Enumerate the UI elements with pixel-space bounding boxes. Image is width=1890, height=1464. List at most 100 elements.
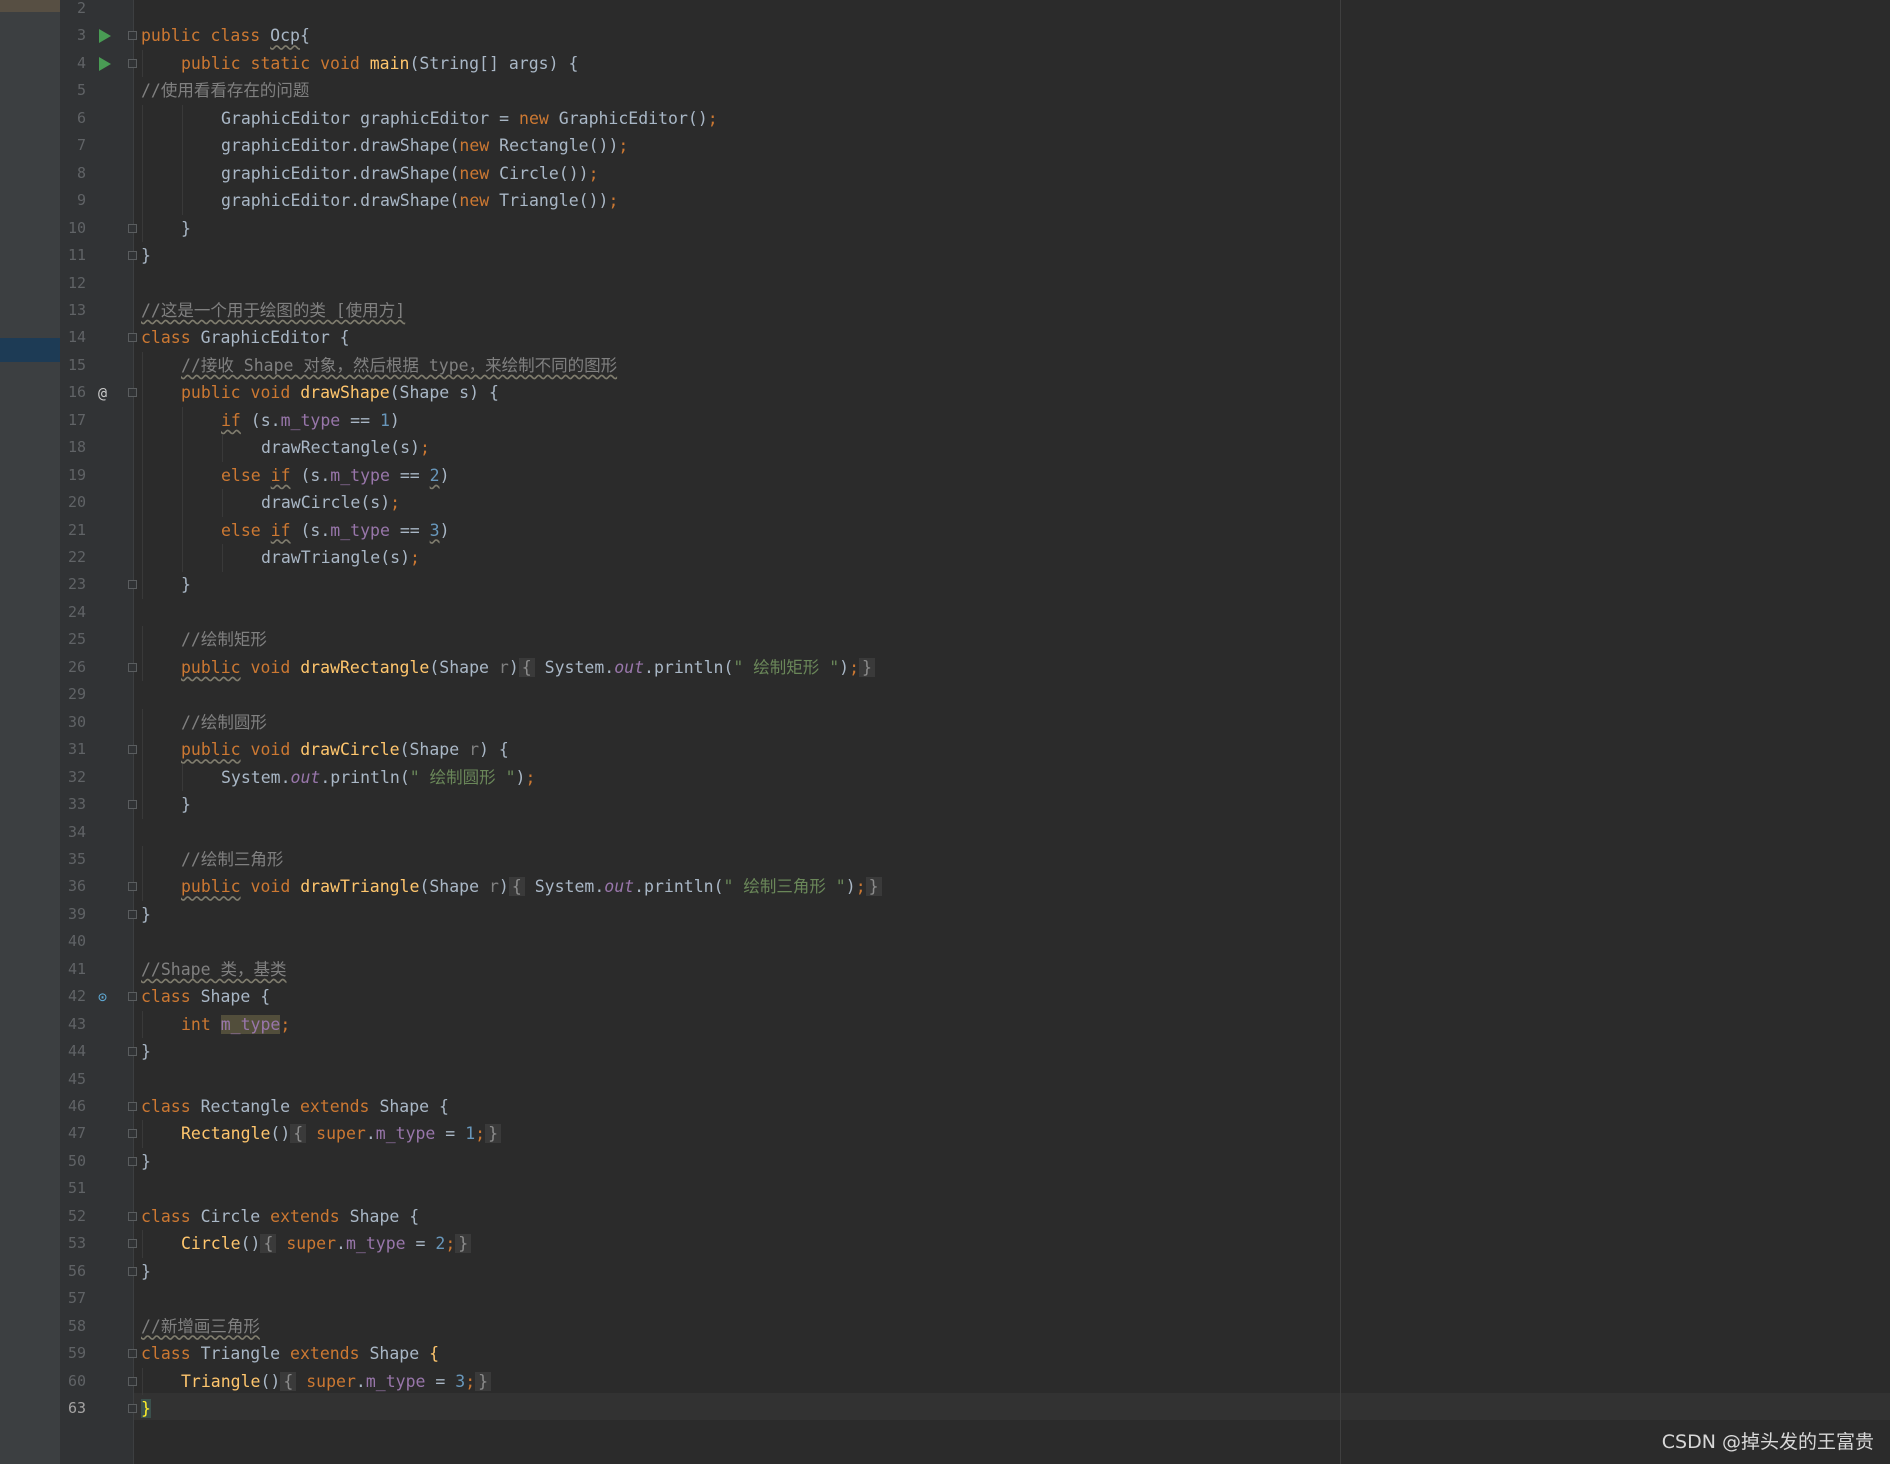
code-line[interactable]: 20 drawCircle(s); bbox=[0, 489, 1890, 517]
code-line[interactable]: 6 GraphicEditor graphicEditor = new Graph… bbox=[0, 104, 1890, 133]
code-line[interactable]: 63} bbox=[0, 1395, 1890, 1423]
code-line[interactable]: 19 else if (s.m_type == 2) bbox=[0, 461, 1890, 490]
run-icon[interactable] bbox=[99, 56, 111, 71]
code-line[interactable]: 33} bbox=[0, 791, 1890, 819]
fold-marker-icon[interactable] bbox=[128, 992, 137, 1002]
code-token: super bbox=[296, 1371, 356, 1391]
code-token: //新增画三角形 bbox=[141, 1316, 260, 1336]
fold-marker-icon[interactable] bbox=[128, 1349, 137, 1359]
code-line[interactable]: 8 graphicEditor.drawShape(new Circle()); bbox=[0, 159, 1890, 188]
code-line[interactable]: 22 drawTriangle(s); bbox=[0, 544, 1890, 572]
fold-marker-icon[interactable] bbox=[128, 1047, 137, 1057]
code-line[interactable]: 30 //绘制圆形 bbox=[0, 708, 1890, 737]
code-text: class Shape { bbox=[141, 983, 270, 1011]
code-line[interactable]: 23} bbox=[0, 571, 1890, 599]
fold-marker-icon[interactable] bbox=[128, 1239, 137, 1249]
implemented-icon[interactable]: ⊙ bbox=[98, 988, 116, 1006]
code-line[interactable]: 53 Circle(){ super.m_type = 2;} bbox=[0, 1230, 1890, 1258]
code-line[interactable]: 51 bbox=[0, 1175, 1890, 1203]
code-line[interactable]: 46 class Rectangle extends Shape { bbox=[0, 1093, 1890, 1121]
code-line[interactable]: 40 bbox=[0, 928, 1890, 956]
code-line[interactable]: 24 bbox=[0, 599, 1890, 627]
fold-marker-icon[interactable] bbox=[128, 909, 137, 919]
fold-marker-icon[interactable] bbox=[128, 223, 137, 233]
fold-marker-icon[interactable] bbox=[128, 662, 137, 672]
code-token: Shape { bbox=[200, 987, 271, 1007]
code-line[interactable]: 16 @ public void drawShape(Shape s) { bbox=[0, 379, 1890, 407]
code-line[interactable]: 36 public void drawTriangle(Shape r){ Sys… bbox=[0, 873, 1890, 901]
code-line[interactable]: 12 bbox=[0, 270, 1890, 298]
code-token: () bbox=[270, 1124, 291, 1144]
indent-guide bbox=[142, 708, 143, 737]
code-text: public void drawShape(Shape s) { bbox=[181, 379, 499, 407]
fold-marker-icon[interactable] bbox=[128, 882, 137, 892]
code-line[interactable]: 47 Rectangle(){ super.m_type = 1;} bbox=[0, 1120, 1890, 1148]
code-line[interactable]: 41 //Shape 类，基类 bbox=[0, 956, 1890, 984]
fold-marker-icon[interactable] bbox=[128, 800, 137, 810]
code-line[interactable]: 52 class Circle extends Shape { bbox=[0, 1203, 1890, 1231]
code-line[interactable]: 13 //这是一个用于绘图的类 [使用方] bbox=[0, 297, 1890, 325]
fold-marker-icon[interactable] bbox=[128, 580, 137, 590]
code-line[interactable]: 26 public void drawRectangle(Shape r){ Sy… bbox=[0, 653, 1890, 682]
code-line[interactable]: 18 drawRectangle(s); bbox=[0, 434, 1890, 462]
code-line[interactable]: 25 //绘制矩形 bbox=[0, 626, 1890, 654]
code-line[interactable]: 11} bbox=[0, 242, 1890, 270]
code-line[interactable]: 15 //接收 Shape 对象，然后根据 type，来绘制不同的图形 bbox=[0, 351, 1890, 380]
fold-marker-icon[interactable] bbox=[128, 58, 137, 68]
code-line[interactable]: 21 else if (s.m_type == 3) bbox=[0, 516, 1890, 545]
code-line[interactable]: 45 bbox=[0, 1066, 1890, 1094]
code-line[interactable]: 9 graphicEditor.drawShape(new Triangle())… bbox=[0, 187, 1890, 215]
line-number: 14 bbox=[67, 328, 86, 347]
fold-marker-icon[interactable] bbox=[128, 1156, 137, 1166]
code-token: . bbox=[365, 1124, 376, 1144]
fold-marker-icon[interactable] bbox=[128, 251, 137, 261]
fold-marker-icon[interactable] bbox=[128, 1129, 137, 1139]
code-line[interactable]: 3 public class Ocp{ bbox=[0, 22, 1890, 50]
indent-guide bbox=[142, 544, 143, 572]
indent-guide bbox=[182, 434, 183, 462]
run-icon[interactable] bbox=[99, 29, 111, 44]
code-line[interactable]: 42 ⊙ class Shape { bbox=[0, 983, 1890, 1011]
code-line[interactable]: 17 if (s.m_type == 1) bbox=[0, 406, 1890, 435]
fold-marker-icon[interactable] bbox=[128, 1211, 137, 1221]
fold-marker-icon[interactable] bbox=[128, 745, 137, 755]
code-line[interactable]: 7 graphicEditor.drawShape(new Rectangle()… bbox=[0, 132, 1890, 160]
fold-marker-icon[interactable] bbox=[128, 388, 137, 398]
code-token: } bbox=[141, 246, 151, 266]
code-line[interactable]: 34 bbox=[0, 819, 1890, 847]
code-line[interactable]: 4 public static void main(String[] args) … bbox=[0, 49, 1890, 78]
code-token: //绘制圆形 bbox=[181, 712, 267, 732]
annotation-icon[interactable]: @ bbox=[98, 384, 116, 402]
code-line[interactable]: 50} bbox=[0, 1148, 1890, 1176]
code-line[interactable]: 39} bbox=[0, 901, 1890, 929]
code-line[interactable]: 56} bbox=[0, 1258, 1890, 1286]
code-line[interactable]: 35 //绘制三角形 bbox=[0, 845, 1890, 874]
code-line[interactable]: 31 public void drawCircle(Shape r) { bbox=[0, 736, 1890, 764]
code-token: ) bbox=[845, 877, 856, 897]
code-line[interactable]: 14 class GraphicEditor { bbox=[0, 324, 1890, 352]
code-line[interactable]: 29 bbox=[0, 681, 1890, 709]
indent-guide bbox=[142, 159, 143, 188]
line-number: 19 bbox=[67, 465, 86, 484]
code-line[interactable]: 59 class Triangle extends Shape { bbox=[0, 1340, 1890, 1368]
fold-marker-icon[interactable] bbox=[128, 1266, 137, 1276]
code-token: " 绘制三角形 " bbox=[723, 877, 846, 897]
indent-guide bbox=[222, 434, 223, 462]
code-line[interactable]: 43 int m_type; bbox=[0, 1010, 1890, 1039]
code-token: extends bbox=[290, 1344, 370, 1364]
code-line[interactable]: 58 //新增画三角形 bbox=[0, 1313, 1890, 1341]
code-line[interactable]: 60 Triangle(){ super.m_type = 3;} bbox=[0, 1367, 1890, 1395]
fold-marker-icon[interactable] bbox=[128, 1376, 137, 1386]
fold-marker-icon[interactable] bbox=[128, 333, 137, 343]
code-line[interactable]: 5 //使用看看存在的问题 bbox=[0, 77, 1890, 105]
code-line[interactable]: 10} bbox=[0, 214, 1890, 243]
code-text: //新增画三角形 bbox=[141, 1313, 260, 1341]
fold-marker-icon[interactable] bbox=[128, 1102, 137, 1111]
code-line[interactable]: 32 System.out.println(" 绘制圆形 "); bbox=[0, 763, 1890, 792]
fold-marker-icon[interactable] bbox=[128, 31, 137, 41]
code-line[interactable]: 57 bbox=[0, 1285, 1890, 1313]
fold-marker-icon[interactable] bbox=[128, 1403, 137, 1413]
code-token: void bbox=[240, 657, 301, 677]
code-line[interactable]: 44} bbox=[0, 1038, 1890, 1066]
code-line[interactable]: 2 bbox=[0, 0, 1890, 23]
